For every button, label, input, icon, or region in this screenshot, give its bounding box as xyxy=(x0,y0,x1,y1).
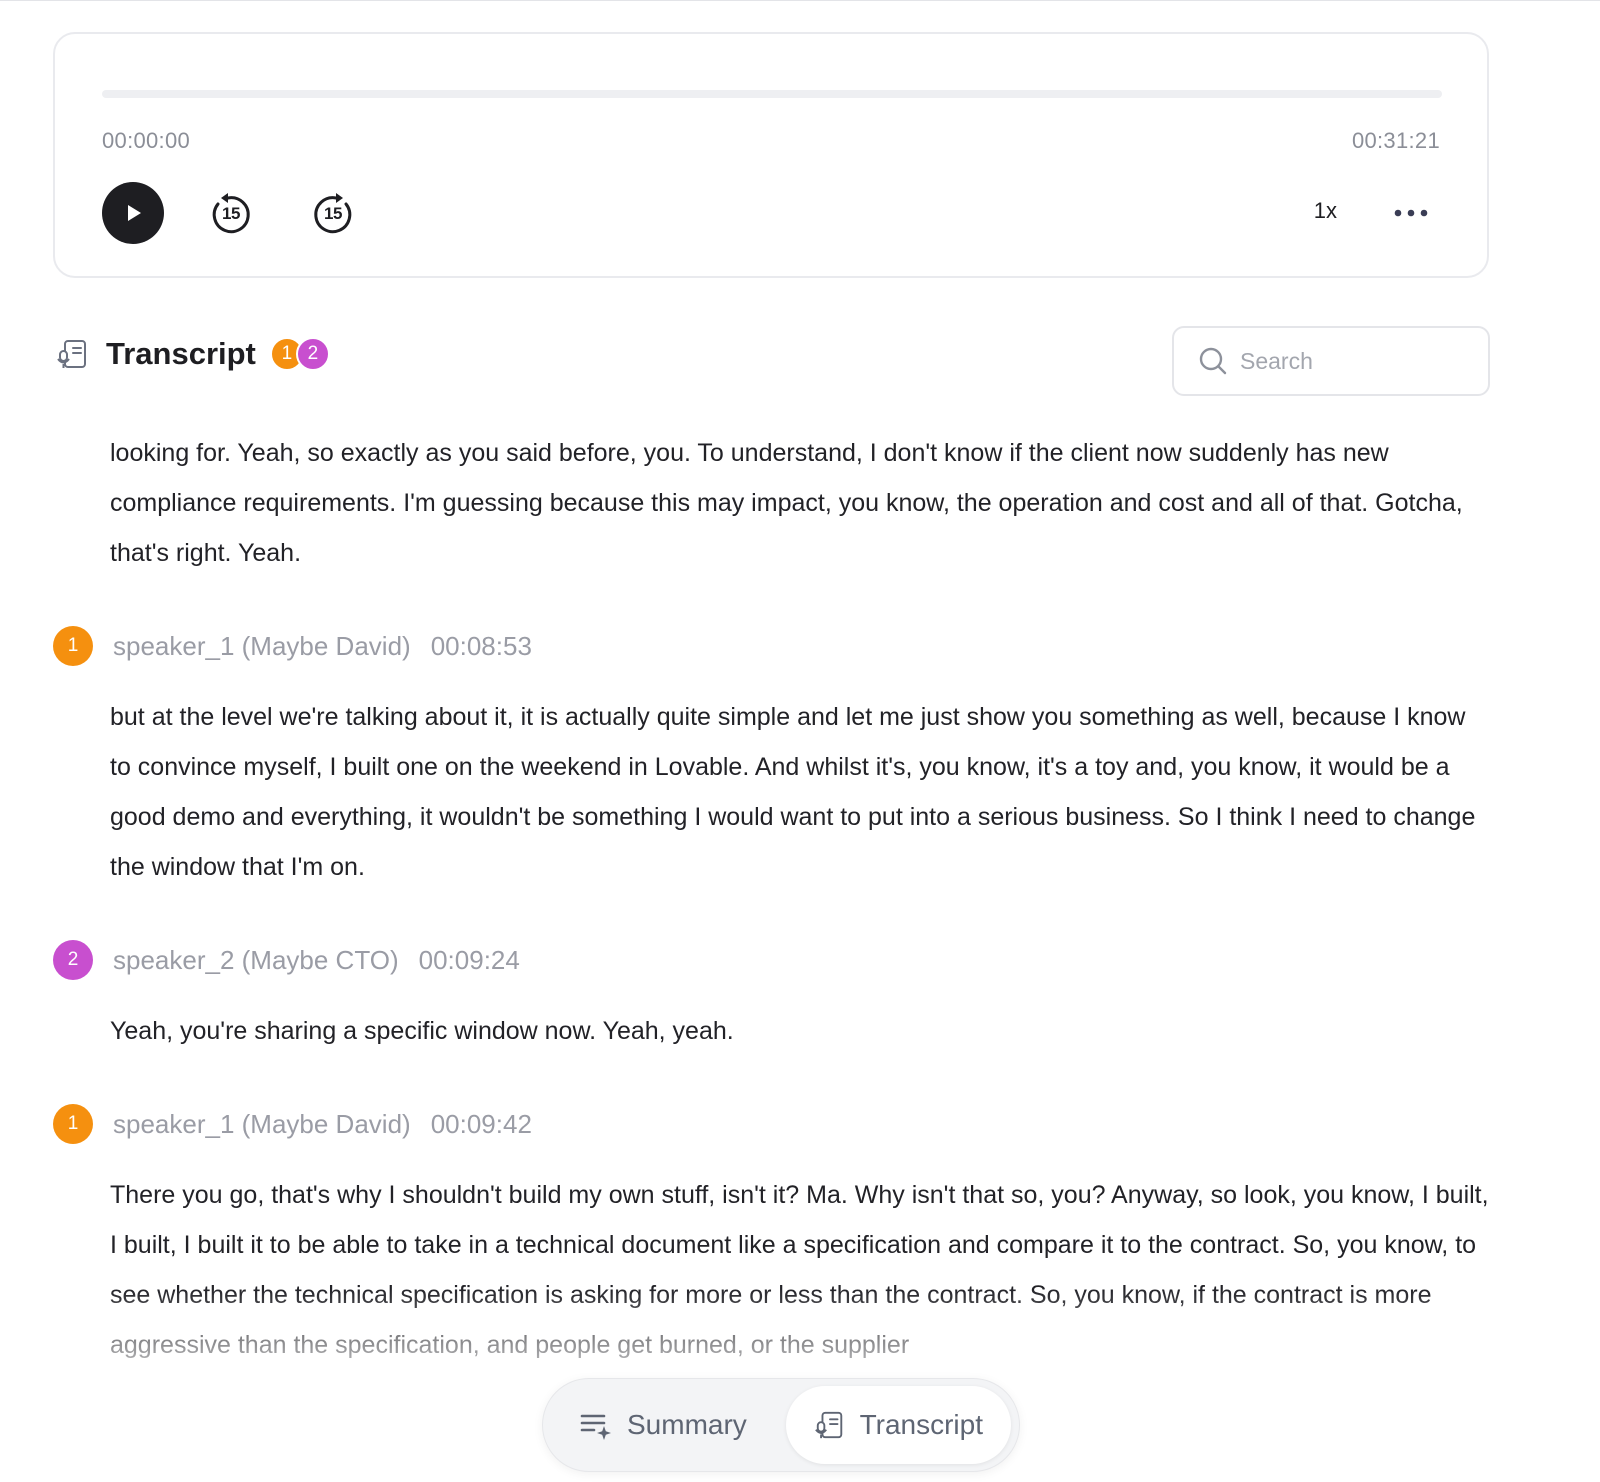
tab-transcript-label: Transcript xyxy=(859,1409,983,1440)
transcript-text: There you go, that's why I shouldn't bui… xyxy=(110,1181,1489,1359)
play-button[interactable] xyxy=(102,182,164,244)
more-options-button[interactable] xyxy=(1391,198,1431,228)
skip-forward-button[interactable]: 15 xyxy=(310,190,356,236)
transcript-title: Transcript xyxy=(106,336,256,371)
search-input[interactable] xyxy=(1240,347,1470,375)
transcript-icon xyxy=(814,1411,842,1439)
speaker-avatar: 1 xyxy=(53,1104,93,1144)
total-time: 00:31:21 xyxy=(1351,128,1440,153)
skip-forward-seconds: 15 xyxy=(324,204,342,223)
transcript-body: looking for. Yeah, so exactly as you sai… xyxy=(0,428,1600,1368)
segment-timestamp[interactable]: 00:08:53 xyxy=(431,631,532,662)
current-time: 00:00:00 xyxy=(102,128,191,153)
speaker-name[interactable]: speaker_2 (Maybe CTO) xyxy=(113,945,399,976)
speaker-row: 2 speaker_2 (Maybe CTO) 00:09:24 xyxy=(53,940,1600,980)
top-divider xyxy=(0,0,1600,1)
skip-back-seconds: 15 xyxy=(222,204,240,223)
audio-player: 00:00:00 00:31:21 15 15 1x xyxy=(53,32,1489,278)
transcript-text: looking for. Yeah, so exactly as you sai… xyxy=(110,439,1463,567)
search-icon xyxy=(1199,347,1227,375)
speaker-row: 1 speaker_1 (Maybe David) 00:09:42 xyxy=(53,1104,1600,1144)
tab-summary[interactable]: Summary xyxy=(551,1386,775,1464)
transcript-text: Yeah, you're sharing a specific window n… xyxy=(110,1017,734,1045)
transcript-text: but at the level we're talking about it,… xyxy=(110,703,1476,881)
search-field[interactable] xyxy=(1172,326,1490,396)
transcript-header: Transcript 1 2 xyxy=(56,326,330,382)
speaker-avatar: 2 xyxy=(53,940,93,980)
play-icon xyxy=(128,205,141,221)
tab-transcript[interactable]: Transcript xyxy=(785,1386,1011,1464)
more-horizontal-icon xyxy=(1394,209,1428,217)
speaker-row: 1 speaker_1 (Maybe David) 00:08:53 xyxy=(53,626,1600,666)
segment-timestamp[interactable]: 00:09:42 xyxy=(431,1109,532,1140)
summary-icon xyxy=(580,1414,611,1440)
tab-summary-label: Summary xyxy=(627,1409,747,1440)
transcript-icon xyxy=(57,340,86,368)
segment-timestamp[interactable]: 00:09:24 xyxy=(419,945,520,976)
speaker-badges: 1 2 xyxy=(269,337,330,371)
speaker-badge-2: 2 xyxy=(295,337,330,371)
speaker-avatar: 1 xyxy=(53,626,93,666)
view-switcher: Summary Transcript xyxy=(542,1378,1020,1472)
progress-bar[interactable] xyxy=(102,90,1442,98)
playback-speed-button[interactable]: 1x xyxy=(1314,198,1337,224)
skip-back-button[interactable]: 15 xyxy=(208,190,254,236)
speaker-name[interactable]: speaker_1 (Maybe David) xyxy=(113,1109,411,1140)
speaker-name[interactable]: speaker_1 (Maybe David) xyxy=(113,631,411,662)
